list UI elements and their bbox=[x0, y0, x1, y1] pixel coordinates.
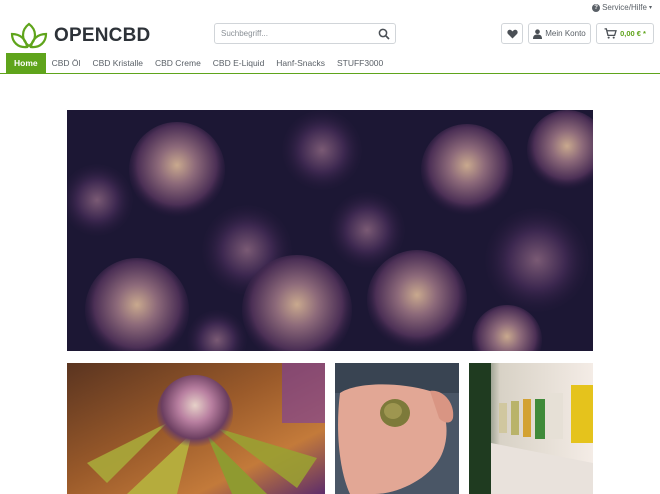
search-icon bbox=[378, 28, 390, 40]
search-input[interactable] bbox=[215, 24, 373, 43]
search-form bbox=[214, 23, 396, 44]
service-help-link[interactable]: ? Service/Hilfe ▾ bbox=[592, 3, 652, 12]
cart-total: 0,00 € * bbox=[620, 29, 646, 38]
cart-icon bbox=[604, 28, 617, 39]
leaf-logo-icon bbox=[10, 22, 48, 49]
teaser-image-cbd-bottles[interactable] bbox=[469, 363, 593, 494]
header-actions: Mein Konto 0,00 € * bbox=[501, 23, 654, 44]
nav-item-cbd-creme[interactable]: CBD Creme bbox=[149, 53, 207, 73]
hand-holding-bud-image bbox=[335, 363, 459, 494]
hero-banner-image[interactable] bbox=[67, 110, 593, 351]
nav-item-home[interactable]: Home bbox=[6, 53, 46, 73]
service-help-label: Service/Hilfe bbox=[602, 3, 647, 12]
search-button[interactable] bbox=[373, 24, 395, 43]
wishlist-button[interactable] bbox=[501, 23, 523, 44]
user-icon bbox=[533, 28, 543, 39]
cart-button[interactable]: 0,00 € * bbox=[596, 23, 654, 44]
teaser-image-cannabis-plant[interactable] bbox=[67, 363, 325, 494]
nav-item-cbd-oel[interactable]: CBD Öl bbox=[46, 53, 87, 73]
chevron-down-icon: ▾ bbox=[648, 5, 652, 11]
nav-item-cbd-kristalle[interactable]: CBD Kristalle bbox=[86, 53, 149, 73]
heart-icon bbox=[506, 29, 518, 39]
main-navigation: Home CBD Öl CBD Kristalle CBD Creme CBD … bbox=[0, 53, 660, 74]
hero-cannabis-buds-image bbox=[67, 110, 593, 351]
logo-text: OPENCBD bbox=[54, 25, 151, 46]
page: ? Service/Hilfe ▾ OPENCBD Suchbegriff...… bbox=[0, 0, 660, 494]
cannabis-plant-image bbox=[67, 363, 325, 494]
account-button[interactable]: Mein Konto bbox=[528, 23, 591, 44]
nav-item-cbd-e-liquid[interactable]: CBD E-Liquid bbox=[207, 53, 271, 73]
cbd-bottles-image bbox=[469, 363, 593, 494]
nav-item-hanf-snacks[interactable]: Hanf-Snacks bbox=[270, 53, 331, 73]
logo[interactable]: OPENCBD bbox=[10, 22, 150, 50]
account-label: Mein Konto bbox=[545, 29, 586, 38]
nav-item-stuff3000[interactable]: STUFF3000 bbox=[331, 53, 389, 73]
question-icon: ? bbox=[592, 3, 601, 12]
teaser-image-hand-with-bud[interactable] bbox=[335, 363, 459, 494]
